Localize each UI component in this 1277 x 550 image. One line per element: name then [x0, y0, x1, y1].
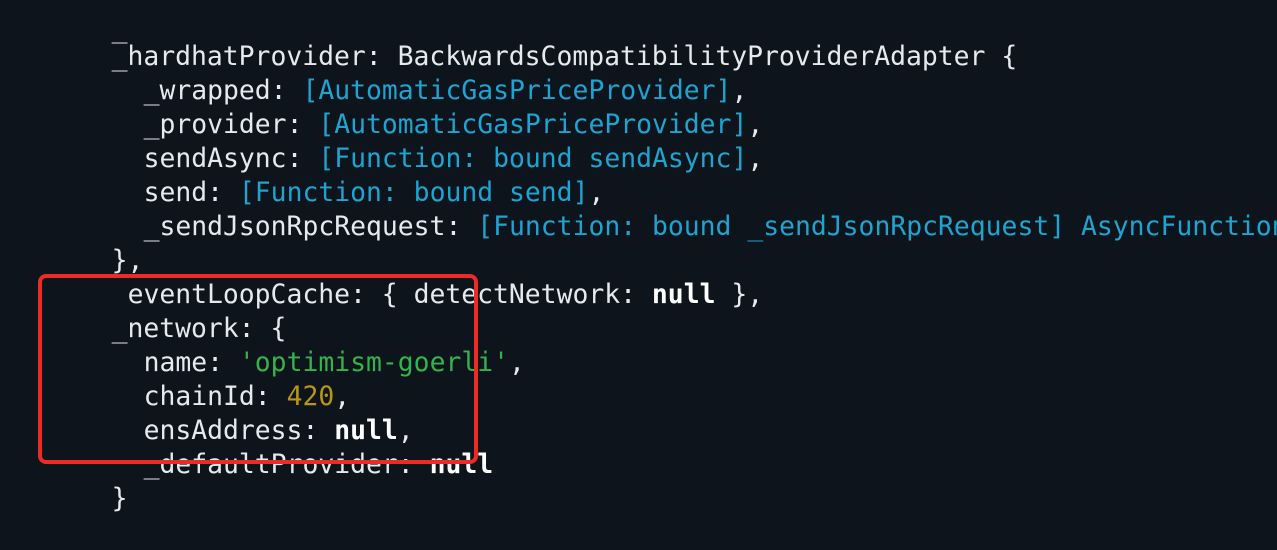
line-send-json-rpc: _sendJsonRpcRequest: [Function: bound _s…	[80, 176, 1277, 242]
value-send-json-rpc: [Function: bound _sendJsonRpcRequest] As…	[477, 211, 1277, 242]
terminal-output: _ _hardhatProvider: BackwardsCompatibili…	[0, 0, 1277, 514]
network-close-brace: }	[111, 483, 128, 514]
line-hardhat-provider: _hardhatProvider: BackwardsCompatibility…	[111, 41, 1018, 72]
line-event-loop-cache: eventLoopCache: { detectNetwork: null },	[127, 279, 764, 310]
key-send-json-rpc: _sendJsonRpcRequest	[143, 211, 446, 242]
line-send: send: [Function: bound send],	[143, 177, 605, 208]
line-close-brace: },	[48, 210, 144, 276]
line-provider: _provider: [AutomaticGasPriceProvider],	[143, 109, 764, 140]
line-send-async: sendAsync: [Function: bound sendAsync],	[143, 143, 764, 174]
value-detect-network: null	[651, 279, 716, 310]
red-highlight-box	[38, 274, 478, 464]
line-wrapped: _wrapped: [AutomaticGasPriceProvider],	[143, 75, 748, 106]
